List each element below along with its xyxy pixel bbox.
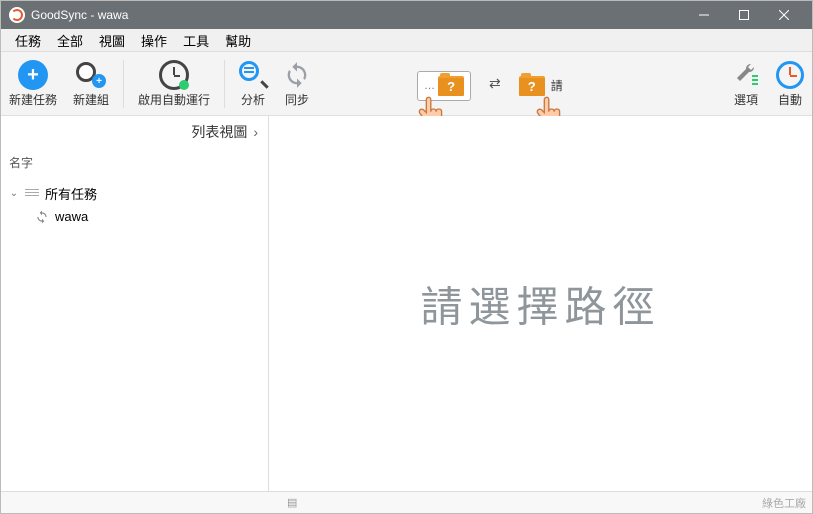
menu-tasks[interactable]: 任務 (7, 31, 49, 50)
tree-job-item[interactable]: wawa (7, 206, 268, 227)
main-panel: 請選擇路徑 (269, 116, 812, 491)
folder-question-icon: ? (519, 76, 545, 96)
menu-help[interactable]: 幫助 (217, 31, 259, 50)
chevron-down-icon[interactable]: ⌄ (7, 188, 21, 199)
auto-button[interactable]: 自動 (768, 52, 812, 115)
analyze-button[interactable]: 分析 (231, 52, 275, 115)
name-column-header: 名字 (1, 148, 268, 181)
placeholder-text: 請選擇路徑 (420, 273, 660, 334)
wrench-icon (732, 61, 760, 89)
minimize-button[interactable] (684, 1, 724, 29)
sidebar: 列表視圖 › 名字 ⌄ 所有任務 wawa (1, 116, 269, 491)
sync-button[interactable]: 同步 (275, 52, 319, 115)
sync-icon (283, 61, 311, 89)
tree-root-label: 所有任務 (45, 184, 97, 203)
menu-all[interactable]: 全部 (49, 31, 91, 50)
analyze-label: 分析 (241, 91, 265, 108)
app-icon (9, 7, 25, 23)
chevron-right-icon: › (253, 124, 258, 140)
options-button[interactable]: 選項 (724, 52, 768, 115)
tree-root[interactable]: ⌄ 所有任務 (7, 181, 268, 206)
list-view-toggle[interactable]: 列表視圖 › (1, 116, 268, 148)
window-title: GoodSync - wawa (31, 8, 684, 22)
ellipsis-icon: … (424, 80, 435, 92)
auto-label: 自動 (778, 91, 802, 108)
list-icon (25, 189, 39, 199)
maximize-button[interactable] (724, 1, 764, 29)
menu-tools[interactable]: 工具 (175, 31, 217, 50)
new-group-label: 新建組 (73, 91, 109, 108)
auto-clock-icon (776, 61, 804, 89)
close-button[interactable] (764, 1, 804, 29)
statusbar: ▤ 綠色工廠 (1, 491, 812, 513)
menu-view[interactable]: 視圖 (91, 31, 133, 50)
new-task-label: 新建任務 (9, 91, 57, 108)
brand-watermark: 綠色工廠 (762, 495, 806, 511)
new-group-icon: + (76, 60, 106, 90)
titlebar: GoodSync - wawa (1, 1, 812, 29)
enable-auto-label: 啟用自動運行 (138, 91, 210, 108)
new-group-button[interactable]: + 新建組 (65, 52, 117, 115)
tree-job-label: wawa (55, 209, 88, 224)
magnifier-icon (239, 61, 267, 89)
swap-icon[interactable]: ⇄ (489, 75, 501, 92)
plus-icon: + (18, 60, 48, 90)
enable-auto-button[interactable]: 啟用自動運行 (130, 52, 218, 115)
options-label: 選項 (734, 91, 758, 108)
menubar: 任務 全部 視圖 操作 工具 幫助 (1, 29, 812, 52)
right-folder-button[interactable]: ? (519, 76, 545, 96)
folder-question-icon: ? (438, 76, 464, 96)
menu-operate[interactable]: 操作 (133, 31, 175, 50)
right-folder-label: 請 (551, 77, 563, 94)
new-task-button[interactable]: + 新建任務 (1, 52, 65, 115)
toolbar: + 新建任務 + 新建組 啟用自動運行 分析 同步 … ? ⇄ ? (1, 52, 812, 116)
status-list-icon: ▤ (287, 496, 297, 509)
sync-label: 同步 (285, 91, 309, 108)
clock-icon (159, 60, 189, 90)
list-view-label: 列表視圖 (191, 122, 247, 142)
job-tree: ⌄ 所有任務 wawa (1, 181, 268, 227)
sync-small-icon (35, 210, 49, 224)
